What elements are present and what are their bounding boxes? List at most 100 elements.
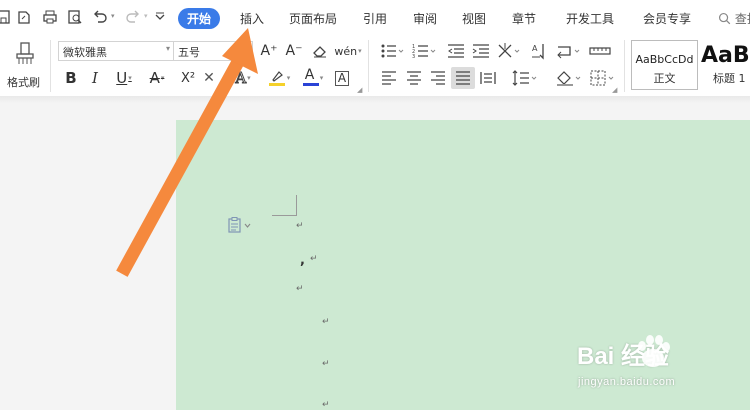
search-button[interactable]: 查找 bbox=[718, 10, 750, 27]
font-color-button[interactable]: A ▾ bbox=[298, 67, 328, 88]
chinese-layout-icon[interactable] bbox=[496, 41, 522, 61]
font-name-select[interactable]: 微软雅黑 ▾ bbox=[58, 41, 174, 61]
style-normal-sample: AaBbCcDd bbox=[635, 53, 694, 66]
tab-insert[interactable]: 插入 bbox=[240, 10, 264, 27]
char-border-button[interactable]: A bbox=[333, 68, 351, 88]
line-spacing-icon[interactable] bbox=[511, 68, 539, 88]
text-effect-button[interactable]: A ▾ bbox=[228, 68, 258, 88]
clear-format-button[interactable] bbox=[309, 41, 331, 61]
margin-corner-mark bbox=[272, 215, 296, 216]
grow-font-button[interactable]: A⁺ bbox=[258, 41, 280, 61]
svg-text:A: A bbox=[532, 44, 538, 53]
ribbon-home: 格式刷 微软雅黑 ▾ 五号 A⁺ A⁻ wén ▾ B I U ▾ A ▾ X² ✕ … bbox=[0, 36, 750, 96]
distributed-align-icon[interactable] bbox=[479, 68, 497, 88]
increase-indent-icon[interactable] bbox=[471, 41, 491, 61]
paragraph-mark: ↵ bbox=[322, 359, 330, 369]
strikethrough-icon: A bbox=[149, 69, 160, 87]
search-label: 查找 bbox=[734, 12, 750, 26]
italic-button[interactable]: I bbox=[86, 68, 104, 88]
baidu-jingyan-watermark: Bai 经验 jingyan.baidu.com bbox=[575, 334, 745, 400]
highlighter-icon bbox=[268, 71, 285, 86]
font-dialog-launcher-icon[interactable]: ◢ bbox=[357, 86, 362, 94]
superscript-button[interactable]: X² bbox=[176, 68, 200, 88]
tab-page-layout[interactable]: 页面布局 bbox=[289, 10, 337, 27]
undo-dropdown-icon[interactable]: ▾ bbox=[111, 12, 115, 20]
tab-home[interactable]: 开始 bbox=[178, 8, 221, 29]
line-break-icon[interactable] bbox=[555, 41, 583, 61]
style-normal-name: 正文 bbox=[653, 72, 676, 85]
watermark-url: jingyan.baidu.com bbox=[578, 376, 676, 388]
strikethrough-button[interactable]: A ▾ bbox=[144, 68, 170, 88]
paste-options-icon[interactable] bbox=[228, 217, 252, 233]
format-painter-icon bbox=[16, 42, 34, 64]
paragraph-dialog-launcher-icon[interactable]: ◢ bbox=[612, 86, 617, 94]
margin-corner-mark bbox=[296, 195, 297, 216]
print-icon[interactable] bbox=[42, 9, 58, 25]
justify-icon bbox=[456, 71, 470, 85]
tab-review[interactable]: 审阅 bbox=[413, 10, 437, 27]
sort-icon[interactable]: A bbox=[530, 41, 550, 61]
align-right-icon[interactable] bbox=[429, 68, 447, 88]
paragraph-mark: ↵ bbox=[322, 400, 330, 410]
tab-member[interactable]: 会员专享 bbox=[643, 10, 691, 27]
align-left-icon[interactable] bbox=[380, 68, 398, 88]
tab-references[interactable]: 引用 bbox=[363, 10, 387, 27]
search-icon bbox=[718, 12, 731, 25]
ribbon-separator bbox=[368, 40, 369, 92]
paw-logo-icon bbox=[638, 335, 670, 367]
tab-chapter[interactable]: 章节 bbox=[512, 10, 536, 27]
chevron-down-icon: ▾ bbox=[165, 44, 170, 53]
style-heading-1-name: 标题 1 bbox=[713, 72, 746, 85]
font-color-icon: A bbox=[302, 67, 319, 87]
menu-bar: ▾ ▾ 开始 插入 页面布局 引用 审阅 视图 章节 开发工具 会员专享 查找 bbox=[0, 0, 750, 36]
customize-toolbar-icon[interactable] bbox=[152, 9, 168, 25]
text-effect-icon: A bbox=[235, 69, 247, 88]
italic-icon: I bbox=[92, 69, 98, 87]
underline-button[interactable]: U ▾ bbox=[110, 68, 138, 88]
superscript-icon: X² bbox=[180, 70, 196, 86]
redo-dropdown-icon[interactable]: ▾ bbox=[144, 12, 148, 20]
style-heading-1-sample: AaBl bbox=[701, 43, 750, 68]
highlight-button[interactable]: ▾ bbox=[264, 68, 294, 88]
subscript-icon: ✕ bbox=[203, 70, 215, 86]
export-pdf-icon[interactable] bbox=[16, 9, 32, 25]
redo-icon[interactable] bbox=[125, 9, 141, 25]
paragraph-mark: ↵ bbox=[322, 317, 330, 327]
pinyin-guide-button[interactable]: wén ▾ bbox=[333, 41, 363, 61]
shading-icon[interactable] bbox=[555, 68, 583, 88]
format-painter-label: 格式刷 bbox=[7, 76, 40, 89]
bold-icon: B bbox=[65, 69, 77, 87]
bullet-list-icon[interactable] bbox=[380, 41, 406, 61]
print-preview-icon[interactable] bbox=[67, 9, 83, 25]
shrink-font-button[interactable]: A⁻ bbox=[283, 41, 305, 61]
decrease-indent-icon[interactable] bbox=[446, 41, 466, 61]
tab-view[interactable]: 视图 bbox=[462, 10, 486, 27]
tab-developer[interactable]: 开发工具 bbox=[566, 10, 614, 27]
font-size-select[interactable]: 五号 bbox=[173, 41, 253, 61]
char-border-icon: A bbox=[334, 70, 350, 86]
font-name-value: 微软雅黑 bbox=[63, 46, 107, 59]
style-heading-1[interactable]: AaBl 标题 1 bbox=[700, 40, 750, 90]
grow-font-icon: A⁺ bbox=[260, 43, 278, 59]
numbered-list-icon[interactable]: 123 bbox=[412, 41, 438, 61]
justify-button[interactable] bbox=[451, 67, 475, 89]
align-center-icon[interactable] bbox=[405, 68, 423, 88]
paragraph-mark: ↵ bbox=[310, 254, 318, 264]
ribbon-shadow bbox=[0, 96, 750, 104]
ruler-icon[interactable] bbox=[589, 41, 611, 61]
shrink-font-icon: A⁻ bbox=[285, 43, 303, 59]
borders-icon[interactable] bbox=[589, 68, 617, 88]
ribbon-separator bbox=[50, 40, 51, 92]
eraser-icon bbox=[313, 46, 326, 58]
comma-text: , bbox=[300, 253, 305, 268]
subscript-button[interactable]: ✕ bbox=[201, 68, 217, 88]
bold-button[interactable]: B bbox=[62, 68, 80, 88]
paragraph-mark: ↵ bbox=[296, 284, 304, 294]
undo-icon[interactable] bbox=[92, 9, 108, 25]
pinyin-guide-icon: wén bbox=[334, 44, 358, 58]
svg-text:3: 3 bbox=[412, 54, 415, 60]
style-normal[interactable]: AaBbCcDd 正文 bbox=[631, 40, 698, 90]
save-icon[interactable] bbox=[0, 9, 12, 25]
paragraph-mark: ↵ bbox=[296, 221, 304, 231]
format-painter-button[interactable]: 格式刷 bbox=[4, 40, 44, 90]
